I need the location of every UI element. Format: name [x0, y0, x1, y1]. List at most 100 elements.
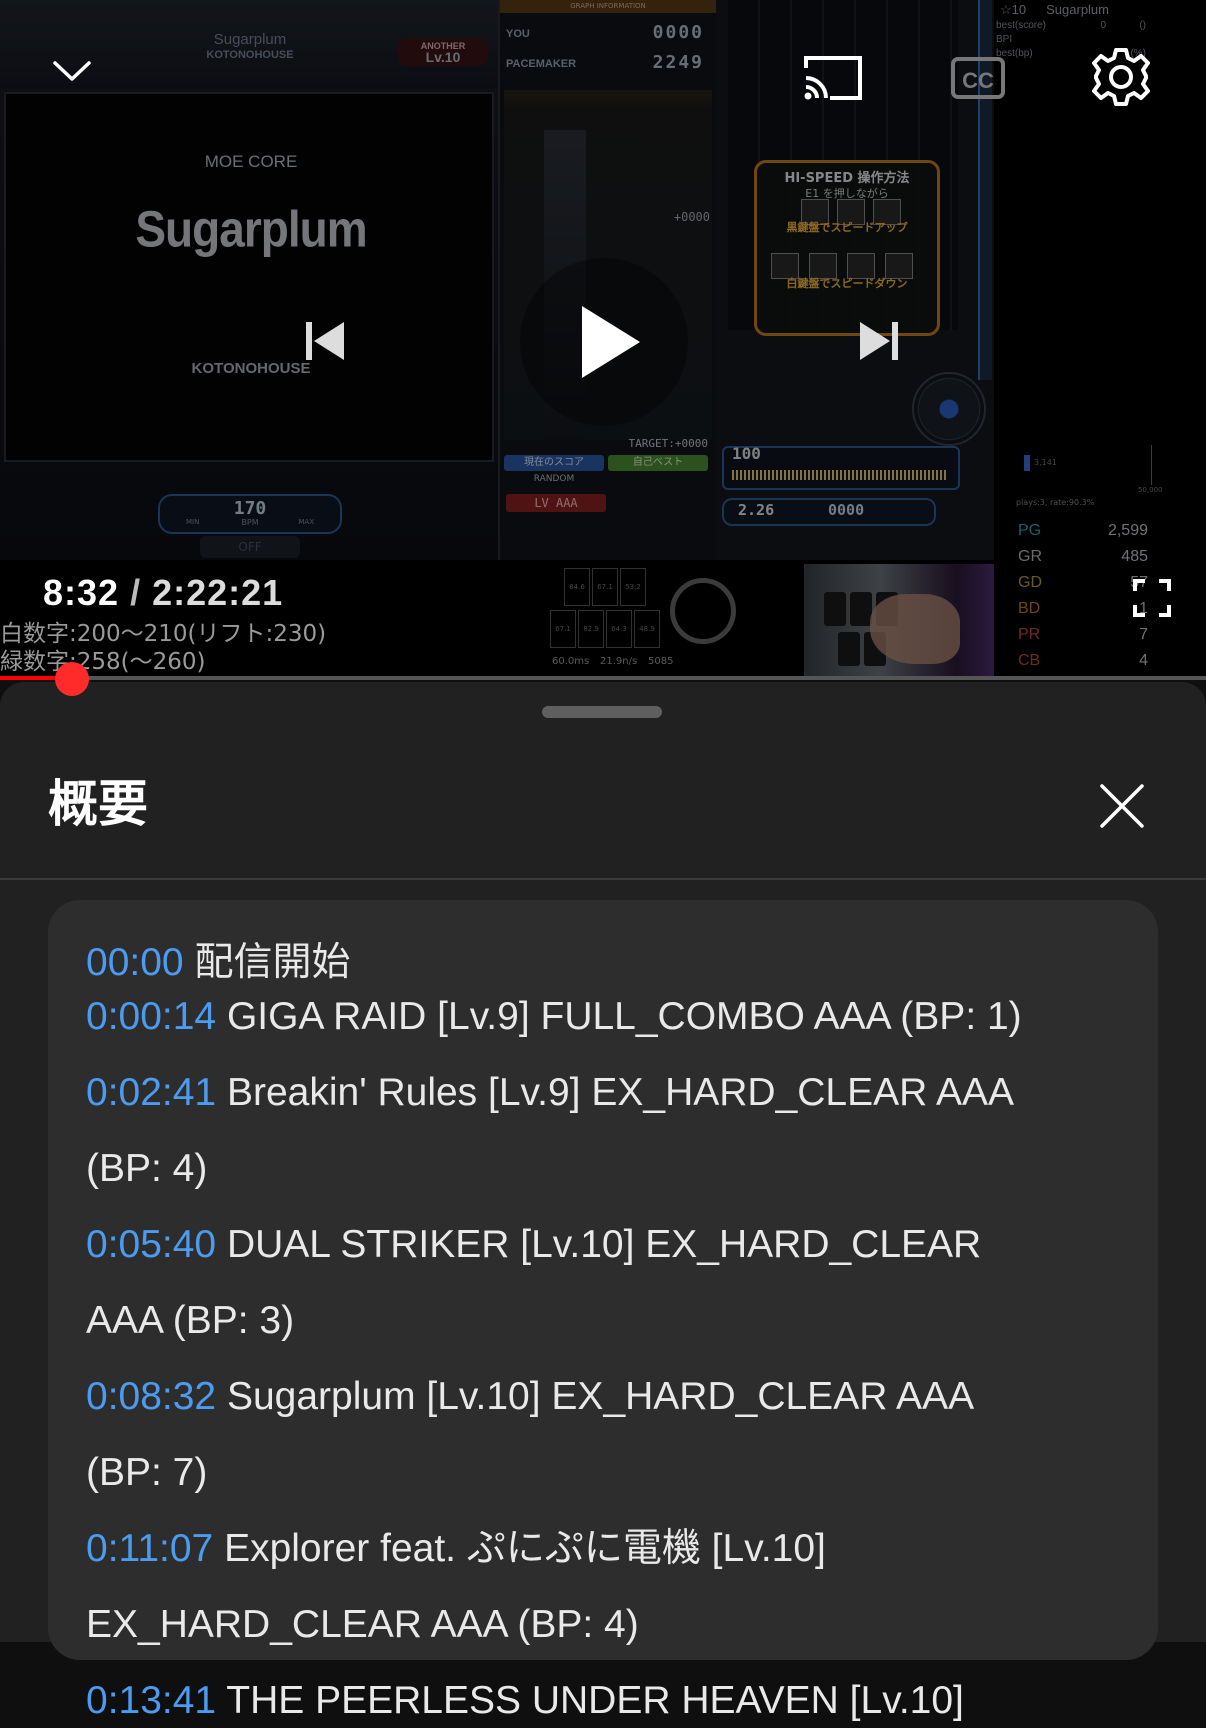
histogram-value: 3,141 [1034, 458, 1057, 467]
you-label: YOU [506, 28, 530, 40]
star-level: ☆10 [1000, 2, 1027, 17]
judge-label: PG [1018, 522, 1042, 539]
genre-label: MOE CORE [204, 152, 298, 171]
best-score-row: best(score) 0 () [996, 20, 1156, 31]
histogram-max: 50,000 [1138, 486, 1163, 494]
you-row: YOU 0000 [506, 22, 710, 43]
target-label: TARGET:+0000 [628, 437, 708, 450]
chapter-item: 0:00:14 GIGA RAID [Lv.9] FULL_COMBO AAA … [86, 990, 1126, 1044]
chapter-item: 0:08:32 Sugarplum [Lv.10] EX_HARD_CLEAR … [86, 1370, 1126, 1424]
bpi-label: BPI [996, 34, 1013, 45]
best-score-extra: () [1139, 20, 1146, 31]
judge-label: BD [1018, 600, 1041, 617]
hispeed-value: 2.26 [738, 501, 775, 519]
hispeed-guide-down: 白鍵盤でスピードダウン [786, 277, 908, 290]
chapter-text-continued: (BP: 7) [86, 1451, 208, 1494]
chapter-text: Explorer feat. ぷにぷに電機 [Lv.10] [213, 1527, 826, 1570]
progress-bar[interactable] [0, 676, 1206, 680]
stat-notes: 5085 [648, 656, 674, 667]
song-jacket: MOE CORE Sugarplum KOTONOHOUSE [4, 92, 494, 462]
chapter-text: 配信開始 [183, 941, 351, 984]
gauge-ticks [732, 470, 948, 480]
play-icon [582, 306, 640, 378]
stat-cell: 67.1 [592, 568, 618, 606]
current-time: 8:32 [43, 572, 120, 613]
video-player[interactable]: Sugarplum KOTONOHOUSE ANOTHER Lv.10 MOE … [0, 0, 1206, 680]
pacemaker-label: PACEMAKER [506, 58, 577, 70]
groove-gauge: 100 [722, 444, 960, 490]
chapter-timestamp-link[interactable]: 0:13:41 [86, 1679, 216, 1722]
sheet-divider [0, 878, 1206, 880]
chapter-text: Breakin' Rules [Lv.9] EX_HARD_CLEAR AAA [216, 1071, 1015, 1114]
jacket-artist: KOTONOHOUSE [191, 360, 311, 377]
stat-nps: 21.9n/s [600, 656, 638, 667]
total-duration: 2:22:21 [152, 572, 284, 613]
chapter-text: THE PEERLESS UNDER HEAVEN [Lv.10] [216, 1679, 964, 1722]
turntable [912, 372, 986, 446]
gear-icon[interactable] [1088, 44, 1154, 110]
closed-captions-icon[interactable]: CC [950, 54, 1006, 102]
player-hand [870, 594, 960, 664]
stat-cell: 84.6 [564, 568, 590, 606]
play-button[interactable] [520, 258, 688, 426]
timing-ring [670, 578, 736, 644]
chapter-item: 0:13:41 THE PEERLESS UNDER HEAVEN [Lv.10… [86, 1674, 1126, 1728]
chapter-item: 0:05:40 DUAL STRIKER [Lv.10] EX_HARD_CLE… [86, 1218, 1126, 1272]
judge-label: PR [1018, 626, 1041, 643]
pacemaker-row: PACEMAKER 2249 [506, 52, 710, 73]
hispeed-guide-up: 黒鍵盤でスピードアップ [786, 221, 908, 234]
green-number-line: 緑数字:258(〜260) [0, 649, 206, 675]
stat-cell: 82.9 [578, 610, 604, 648]
judge-count: 4 [1139, 652, 1148, 669]
chapter-timestamp-link[interactable]: 0:02:41 [86, 1071, 216, 1114]
chapter-timestamp-link[interactable]: 0:08:32 [86, 1375, 216, 1418]
cast-icon[interactable] [800, 52, 866, 104]
scrubber-handle[interactable] [55, 662, 89, 696]
jacket-song-title: Sugarplum [135, 200, 367, 258]
difficulty-level: Lv.10 [425, 49, 461, 65]
bpm-display: 170 MIN BPM MAX [158, 494, 342, 534]
judge-label: GD [1018, 574, 1042, 591]
plays-rate: plays:3, rate:90.3% [1016, 498, 1095, 507]
chapter-timestamp-link[interactable]: 0:11:07 [86, 1527, 213, 1570]
you-value: 0000 [652, 22, 704, 43]
header-song-title: Sugarplum [213, 31, 287, 48]
white-keys [771, 253, 923, 279]
skip-next-icon[interactable] [854, 318, 906, 364]
chevron-down-icon[interactable] [52, 56, 92, 86]
pacemaker-value: 2249 [652, 52, 704, 73]
judge-count: 485 [1121, 548, 1148, 565]
chapter-item: 0:02:41 Breakin' Rules [Lv.9] EX_HARD_CL… [86, 1066, 1126, 1120]
chapter-text-continued: (BP: 4) [86, 1147, 208, 1190]
chapter-item: 0:11:07 Explorer feat. ぷにぷに電機 [Lv.10] [86, 1522, 1126, 1576]
best-score-label: best(score) [996, 20, 1047, 31]
chapter-timestamp-link[interactable]: 0:05:40 [86, 1223, 216, 1266]
personal-best-label: 自己ベスト [608, 455, 708, 471]
sheet-title: 概要 [48, 775, 148, 833]
score-value: 0000 [828, 501, 865, 519]
fullscreen-icon[interactable] [1132, 578, 1172, 618]
stat-cell: 48.9 [634, 610, 660, 648]
hispeed-guide-title: HI-SPEED 操作方法 [784, 171, 910, 186]
stat-ms: 60.0ms [552, 656, 590, 667]
stat-cell: 67.1 [550, 610, 576, 648]
stats-title: ☆10 Sugarplum [1000, 2, 1109, 18]
close-icon[interactable] [1098, 782, 1146, 830]
svg-text:CC: CC [962, 68, 994, 93]
chapter-text: GIGA RAID [Lv.9] FULL_COMBO AAA (BP: 1) [216, 995, 1022, 1038]
chapter-timestamp-link[interactable]: 0:00:14 [86, 995, 216, 1038]
drag-handle[interactable] [542, 706, 662, 718]
stat-cell: 53.2 [620, 568, 646, 606]
chapter-text-continued: AAA (BP: 3) [86, 1299, 295, 1342]
skip-previous-icon[interactable] [298, 318, 350, 364]
judge-label: CB [1018, 652, 1041, 669]
judge-label: GR [1018, 548, 1042, 565]
chapter-timestamp-link[interactable]: 00:00 [86, 941, 184, 984]
chapter-item: 00:00 配信開始 [86, 936, 1126, 990]
hispeed-score-box: 2.26 0000 [722, 498, 936, 526]
score-histogram-bar [1024, 455, 1030, 471]
option-label: OFF [200, 536, 300, 558]
time-separator: / [130, 572, 142, 613]
graph-header: GRAPH INFORMATION [500, 0, 716, 13]
time-display: 8:32 / 2:22:21 [43, 572, 283, 614]
